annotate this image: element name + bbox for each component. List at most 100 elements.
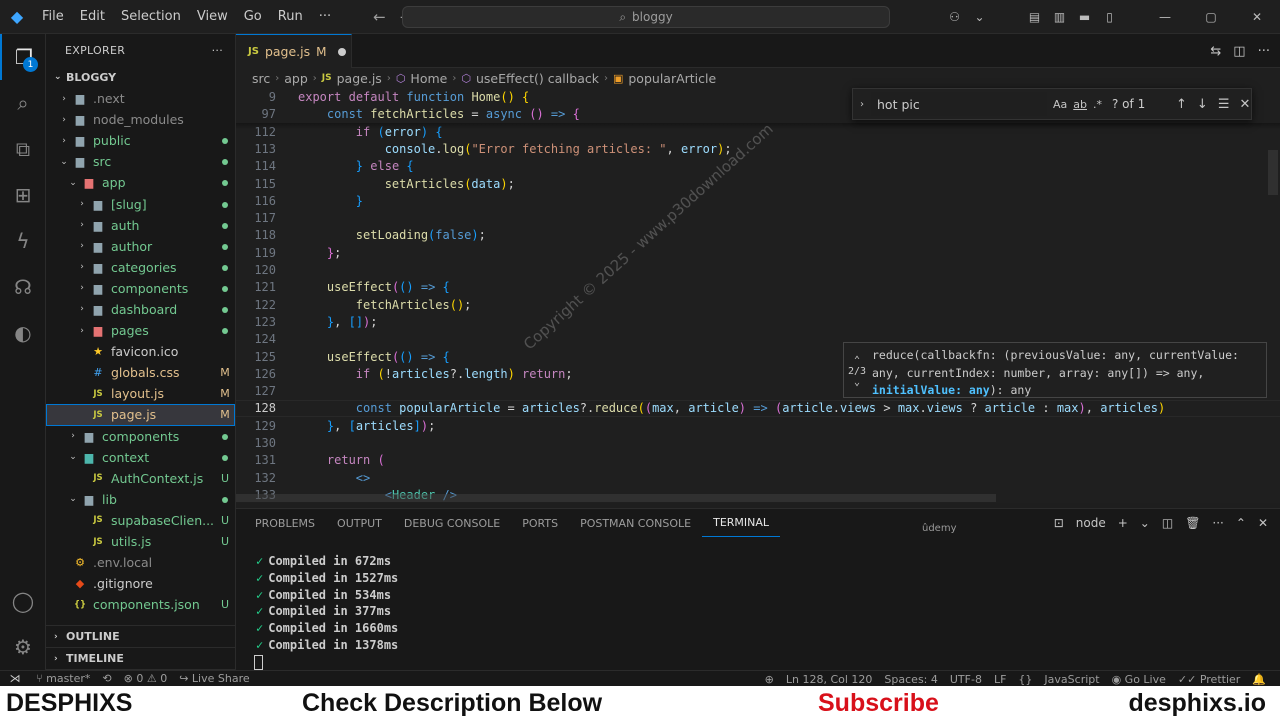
breadcrumb-item[interactable]: Home — [410, 71, 447, 86]
next-match-arrow-icon[interactable]: ↓ — [1197, 97, 1208, 112]
tree-item[interactable]: ⌄ ▆ src — [46, 151, 235, 172]
menu-run[interactable]: Run — [270, 9, 311, 24]
prettier-button[interactable]: ✓✓ Prettier — [1172, 673, 1246, 686]
back-arrow-icon[interactable]: ← — [373, 8, 386, 26]
customize-layout-icon[interactable]: ▤ — [1022, 10, 1047, 24]
toggle-replace-chevron-icon[interactable]: › — [853, 99, 871, 110]
minimize-icon[interactable]: — — [1142, 10, 1188, 24]
split-terminal-icon[interactable]: ◫ — [1162, 516, 1173, 530]
match-whole-word-toggle[interactable]: ab — [1073, 98, 1087, 111]
account-icon[interactable]: ◯ — [0, 578, 46, 624]
restore-icon[interactable]: ▢ — [1188, 10, 1234, 24]
cursor-position[interactable]: Ln 128, Col 120 — [780, 673, 879, 686]
terminal-output[interactable]: ✓ Compiled in 672ms ✓ Compiled in 1527ms ✓… — [254, 553, 398, 671]
zoom-icon[interactable]: ⊕ — [759, 673, 780, 686]
menu-selection[interactable]: Selection — [113, 9, 189, 24]
tree-item[interactable]: # globals.css M — [46, 362, 235, 383]
notifications-bell-icon[interactable]: 🔔 — [1246, 673, 1272, 686]
horizontal-scrollbar[interactable] — [236, 494, 996, 502]
copilot-icon[interactable]: ⚇ — [942, 10, 967, 24]
sync-icon[interactable]: ⟲ — [96, 672, 117, 685]
tree-item[interactable]: JS layout.js M — [46, 383, 235, 404]
remote-explorer-icon[interactable]: ⧉ — [0, 126, 46, 172]
tree-item[interactable]: › ▆ pages — [46, 320, 235, 341]
tab-output[interactable]: OUTPUT — [326, 509, 393, 537]
code-editor[interactable]: 9 export default function Home() { 97 con… — [236, 88, 1280, 503]
tree-item[interactable]: › ▆ auth — [46, 215, 235, 236]
chevron-down-icon[interactable]: ⌄ — [854, 377, 860, 388]
match-case-toggle[interactable]: Aa — [1053, 98, 1067, 111]
command-center-search[interactable]: ⌕ bloggy — [402, 6, 890, 28]
tree-item[interactable]: ⚙ .env.local — [46, 552, 235, 573]
previous-match-arrow-icon[interactable]: ↑ — [1176, 97, 1187, 112]
explorer-icon[interactable]: ❐ 1 — [0, 34, 46, 80]
tree-item[interactable]: ★ favicon.ico — [46, 341, 235, 362]
tree-item[interactable]: › ▆ components — [46, 278, 235, 299]
problems-counter[interactable]: ⊗ 0 ⚠ 0 — [118, 672, 174, 685]
close-window-icon[interactable]: ✕ — [1234, 10, 1280, 24]
tree-item[interactable]: JS AuthContext.js U — [46, 468, 235, 489]
live-share-button[interactable]: ↪ Live Share — [173, 672, 255, 685]
settings-gear-icon[interactable]: ⚙ — [0, 624, 46, 670]
tree-item[interactable]: ⌄ ▆ lib — [46, 489, 235, 510]
menu-more[interactable]: ··· — [311, 9, 339, 24]
tree-item[interactable]: › ▆ categories — [46, 257, 235, 278]
tree-item[interactable]: › ▆ dashboard — [46, 299, 235, 320]
vertical-scrollbar[interactable] — [1268, 150, 1278, 195]
unsaved-dot-icon[interactable] — [338, 47, 347, 56]
encoding[interactable]: UTF-8 — [944, 673, 988, 686]
maximize-panel-chevron-icon[interactable]: ⌃ — [1236, 516, 1246, 530]
postman-icon[interactable]: ◐ — [0, 310, 46, 356]
tree-item[interactable]: {} components.json U — [46, 594, 235, 615]
tree-item[interactable]: JS page.js M — [46, 404, 235, 426]
tree-item[interactable]: › ▆ components — [46, 426, 235, 447]
tab-page-js[interactable]: JS page.js M — [236, 34, 352, 68]
tree-item[interactable]: ⌄ ▆ app — [46, 172, 235, 193]
toggle-secondary-sidebar-icon[interactable]: ▯ — [1097, 10, 1122, 24]
remote-indicator-icon[interactable]: ⋊ — [0, 672, 30, 685]
copilot-chat-icon[interactable]: ☊ — [0, 264, 46, 310]
use-regex-toggle[interactable]: .* — [1093, 98, 1102, 111]
menu-edit[interactable]: Edit — [72, 9, 113, 24]
close-find-icon[interactable]: ✕ — [1239, 97, 1250, 112]
tab-ports[interactable]: PORTS — [511, 509, 569, 537]
breadcrumb-item[interactable]: src — [252, 71, 270, 86]
split-editor-icon[interactable]: ◫ — [1233, 44, 1245, 59]
new-terminal-plus-icon[interactable]: + — [1118, 516, 1128, 530]
timeline-section[interactable]: › TIMELINE — [46, 648, 235, 670]
tree-item[interactable]: › ▆ [slug] — [46, 193, 235, 214]
find-in-selection-icon[interactable]: ☰ — [1218, 97, 1230, 112]
chevron-up-icon[interactable]: ⌃ — [854, 355, 860, 366]
toggle-sidebar-icon[interactable]: ▥ — [1047, 10, 1072, 24]
git-branch[interactable]: ⑂ master* — [30, 672, 96, 685]
chevron-down-icon[interactable]: ⌄ — [1140, 516, 1150, 530]
tree-item[interactable]: › ▆ author — [46, 236, 235, 257]
outline-section[interactable]: › OUTLINE — [46, 626, 235, 648]
workspace-root[interactable]: ⌄ BLOGGY — [46, 66, 235, 88]
terminal-shell-name[interactable]: node — [1076, 516, 1106, 530]
close-panel-icon[interactable]: ✕ — [1258, 516, 1268, 530]
chevron-down-icon[interactable]: ⌄ — [967, 10, 992, 24]
thunder-client-icon[interactable]: ϟ — [0, 218, 46, 264]
tree-item[interactable]: › ▆ .next — [46, 88, 235, 109]
more-actions-icon[interactable]: ··· — [1212, 516, 1223, 530]
go-live-button[interactable]: ◉ Go Live — [1106, 673, 1172, 686]
menu-view[interactable]: View — [189, 9, 236, 24]
tab-problems[interactable]: PROBLEMS — [244, 509, 326, 537]
indentation[interactable]: Spaces: 4 — [878, 673, 943, 686]
tree-item[interactable]: › ▆ public — [46, 130, 235, 151]
tree-item[interactable]: › ▆ node_modules — [46, 109, 235, 130]
breadcrumb-item[interactable]: popularArticle — [628, 71, 716, 86]
more-actions-icon[interactable]: ··· — [1258, 44, 1270, 59]
kill-terminal-trash-icon[interactable]: 🗑 — [1185, 516, 1200, 530]
more-actions-icon[interactable]: ··· — [212, 44, 223, 57]
compare-changes-icon[interactable]: ⇆ — [1210, 44, 1221, 59]
language-mode[interactable]: JavaScript — [1038, 673, 1105, 686]
menu-file[interactable]: File — [34, 9, 72, 24]
toggle-panel-icon[interactable]: ▬ — [1072, 10, 1097, 24]
breadcrumb-item[interactable]: app — [284, 71, 308, 86]
search-view-icon[interactable]: ⌕ — [0, 80, 46, 126]
find-input[interactable] — [871, 92, 1047, 116]
menu-go[interactable]: Go — [236, 9, 270, 24]
end-of-line[interactable]: LF — [988, 673, 1012, 686]
